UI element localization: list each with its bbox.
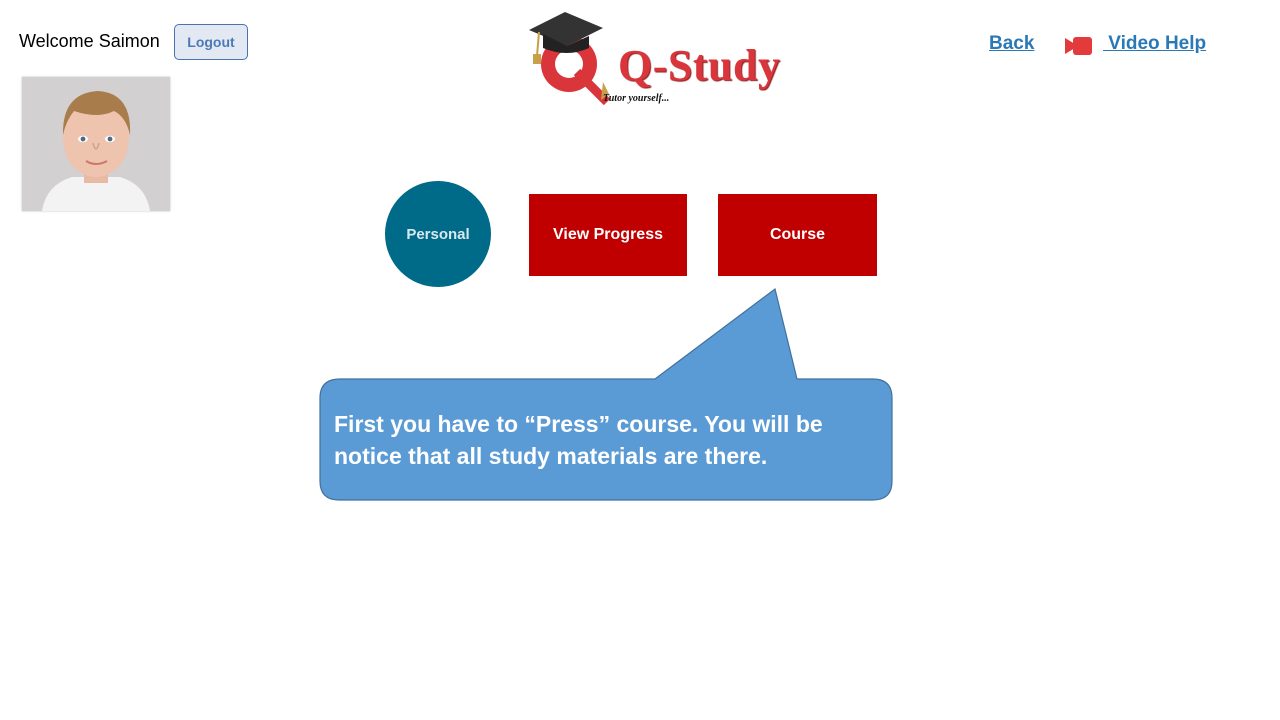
video-help-link[interactable]: Video Help xyxy=(1103,33,1206,55)
logo-tagline: Tutor yourself... xyxy=(603,93,670,104)
course-button[interactable]: Course xyxy=(718,194,877,276)
user-avatar xyxy=(22,77,170,211)
video-camera-icon[interactable] xyxy=(1065,36,1093,56)
personal-button[interactable]: Personal xyxy=(385,181,491,287)
user-avatar-photo xyxy=(22,77,170,211)
logo-brand-text: Q-Study xyxy=(618,41,781,90)
back-link[interactable]: Back xyxy=(989,33,1034,55)
logout-button[interactable]: Logout xyxy=(174,24,248,60)
callout-text: First you have to “Press” course. You wi… xyxy=(334,411,823,469)
view-progress-button[interactable]: View Progress xyxy=(529,194,687,276)
welcome-text: Welcome Saimon xyxy=(19,31,160,51)
